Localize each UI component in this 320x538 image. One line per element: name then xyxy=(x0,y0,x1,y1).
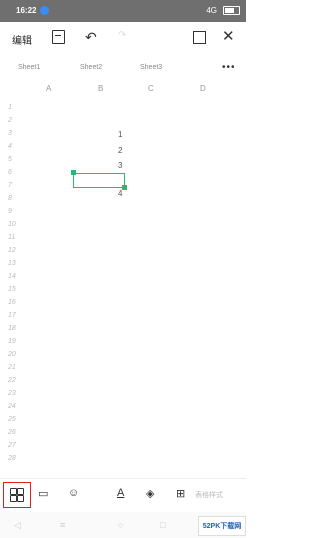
cell-selection[interactable] xyxy=(73,173,125,188)
column-header-b[interactable]: B xyxy=(98,84,103,93)
tab-sheet3[interactable]: Sheet3 xyxy=(140,64,162,71)
battery-icon xyxy=(223,6,240,15)
row-number: 20 xyxy=(8,351,16,358)
selection-handle-top-left[interactable] xyxy=(71,170,76,175)
row-number: 9 xyxy=(8,208,12,215)
status-time: 16:22 xyxy=(16,6,37,15)
column-headers: A B C D xyxy=(0,84,246,96)
row-number: 11 xyxy=(8,234,16,241)
nav-back-icon[interactable]: ◁ xyxy=(14,520,21,531)
row-number: 24 xyxy=(8,403,16,410)
row-number: 5 xyxy=(8,156,12,163)
nav-home-icon[interactable]: ○ xyxy=(118,520,123,530)
row-number: 12 xyxy=(8,247,16,254)
column-header-a[interactable]: A xyxy=(46,84,51,93)
row-number: 2 xyxy=(8,117,12,124)
cell-b6[interactable]: 4 xyxy=(118,189,122,198)
sheet-tabs: Sheet1 Sheet2 Sheet3 ••• xyxy=(0,60,246,78)
row-number: 17 xyxy=(8,312,16,319)
row-number: 28 xyxy=(8,455,16,462)
edit-mode-label[interactable]: 编辑 xyxy=(12,32,32,47)
apps-button[interactable] xyxy=(3,482,31,508)
row-number: 21 xyxy=(8,364,16,371)
row-number: 25 xyxy=(8,416,16,423)
row-number: 23 xyxy=(8,390,16,397)
grid-apps-icon xyxy=(10,488,24,502)
status-right: 4G xyxy=(206,6,240,15)
row-number: 26 xyxy=(8,429,16,436)
save-icon[interactable] xyxy=(52,30,65,44)
row-number: 19 xyxy=(8,338,16,345)
row-number: 14 xyxy=(8,273,16,280)
row-number: 16 xyxy=(8,299,16,306)
row-number: 22 xyxy=(8,377,16,384)
cell-b5[interactable]: 3 xyxy=(118,161,122,170)
bottom-toolbar: ▭ ☺ A ◈ ⊞ 表格样式 xyxy=(0,478,246,511)
row-number: 8 xyxy=(8,195,12,202)
row-number: 18 xyxy=(8,325,16,332)
tab-sheet1[interactable]: Sheet1 xyxy=(18,64,40,71)
fullscreen-icon[interactable] xyxy=(193,31,206,44)
row-number: 6 xyxy=(8,169,12,176)
watermark-logo: 52PK下载网 xyxy=(198,516,246,536)
font-color-icon[interactable]: A xyxy=(117,487,124,499)
style-label[interactable]: 表格样式 xyxy=(195,490,223,500)
row-number: 7 xyxy=(8,182,12,189)
row-number: 10 xyxy=(8,221,16,228)
row-number: 4 xyxy=(8,143,12,150)
fill-color-icon[interactable]: ◈ xyxy=(146,487,154,500)
undo-icon[interactable]: ↶ xyxy=(85,29,97,46)
column-header-c[interactable]: C xyxy=(148,84,154,93)
row-number: 3 xyxy=(8,130,12,137)
app-indicator-icon xyxy=(40,6,49,15)
signal-icon: 4G xyxy=(206,6,217,15)
more-menu-icon[interactable]: ••• xyxy=(222,62,236,73)
spreadsheet-grid[interactable]: 1 2 3 4 5 6 7 8 9 10 11 12 13 14 15 16 1… xyxy=(0,100,246,470)
row-number: 1 xyxy=(8,104,12,111)
redo-icon[interactable]: ↷ xyxy=(118,30,126,41)
emoji-icon[interactable]: ☺ xyxy=(68,487,79,499)
status-bar: 16:22 4G xyxy=(0,0,246,22)
cell-b3[interactable]: 1 xyxy=(118,130,122,139)
row-number: 15 xyxy=(8,286,16,293)
row-number: 13 xyxy=(8,260,16,267)
close-icon[interactable]: ✕ xyxy=(222,27,235,45)
border-icon[interactable]: ⊞ xyxy=(176,487,185,500)
tab-sheet2[interactable]: Sheet2 xyxy=(80,64,102,71)
selection-handle-bottom-right[interactable] xyxy=(122,185,127,190)
row-number: 27 xyxy=(8,442,16,449)
nav-menu-icon[interactable]: ≡ xyxy=(60,520,65,530)
column-header-d[interactable]: D xyxy=(200,84,206,93)
cell-b4[interactable]: 2 xyxy=(118,146,122,155)
table-insert-icon[interactable]: ▭ xyxy=(38,487,48,500)
nav-recent-icon[interactable]: □ xyxy=(160,520,165,530)
